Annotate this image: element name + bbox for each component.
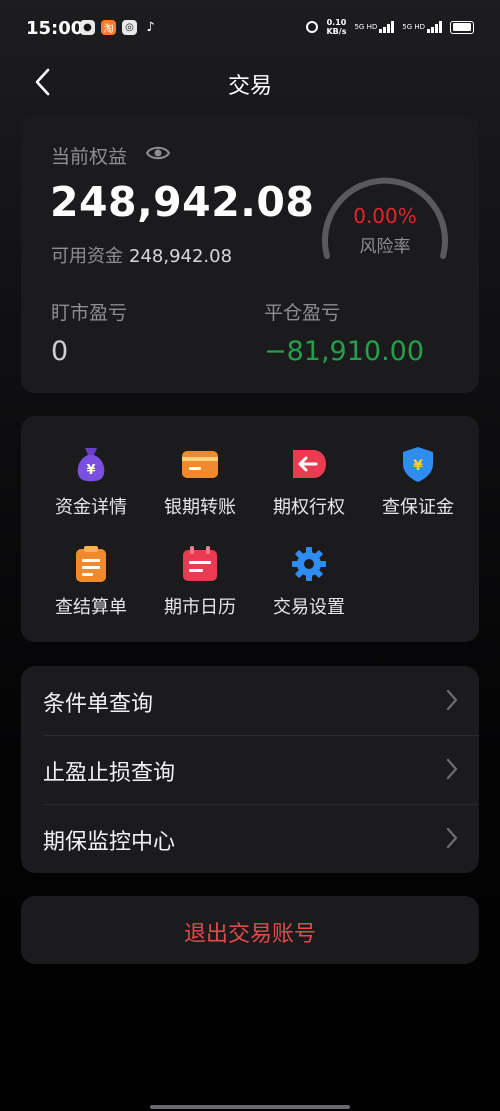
- alarm-icon: [306, 21, 319, 33]
- notification-icons: ● 淘 ◎ ♪: [80, 20, 158, 35]
- signal-icon: [427, 21, 442, 33]
- check-settlement-button[interactable]: 查结算单: [41, 544, 141, 619]
- closing-pl-label: 平仓盈亏: [264, 302, 341, 324]
- sim1-signal: 5G HD: [354, 21, 395, 33]
- status-time: 15:00: [26, 18, 84, 39]
- eye-toggle-button[interactable]: [145, 143, 171, 167]
- available-funds: 可用资金 248,942.08: [51, 242, 232, 268]
- margin-monitoring-center[interactable]: 期保监控中心: [21, 804, 479, 873]
- fund-details-label: 资金详情: [55, 497, 127, 518]
- closing-pl-value: −81,910.00: [264, 336, 425, 367]
- svg-text:¥: ¥: [86, 463, 95, 478]
- page-title: 交易: [227, 74, 272, 99]
- signal-icon: [379, 21, 395, 33]
- futures-calendar-label: 期市日历: [164, 597, 236, 618]
- menu-item-label: 期保监控中心: [43, 830, 176, 855]
- function-grid: ¥ 资金详情 银期转账 期权行权 ¥ 查保证金 查结算单 期市日历 交易设置: [21, 416, 479, 642]
- chevron-right-icon: [446, 827, 458, 849]
- trade-settings-button[interactable]: 交易设置: [259, 544, 359, 619]
- take-profit-stop-loss-query[interactable]: 止盈止损查询: [21, 735, 479, 804]
- fund-details-button[interactable]: ¥ 资金详情: [41, 444, 141, 519]
- message-icon: ●: [80, 20, 95, 35]
- query-menu: 条件单查询 止盈止损查询 期保监控中心: [21, 666, 479, 873]
- bank-futures-transfer-button[interactable]: 银期转账: [150, 444, 250, 519]
- option-exercise-label: 期权行权: [273, 497, 345, 518]
- logout-button[interactable]: 退出交易账号: [21, 896, 479, 964]
- equity-value: 248,942.08: [50, 178, 315, 226]
- money-bag-icon: ¥: [77, 448, 105, 482]
- menu-item-label: 条件单查询: [43, 692, 154, 717]
- floating-pl-label: 盯市盈亏: [51, 302, 128, 324]
- sim2-signal: 5G HD: [402, 21, 442, 33]
- bank-futures-transfer-label: 银期转账: [164, 497, 236, 518]
- conditional-order-query[interactable]: 条件单查询: [21, 666, 479, 735]
- card-icon: [182, 451, 218, 478]
- check-margin-button[interactable]: ¥ 查保证金: [368, 444, 468, 519]
- net-speed: 0.10 KB/s: [326, 18, 347, 36]
- exercise-arrow-icon: [293, 450, 326, 478]
- risk-rate-label: 风险率: [359, 237, 411, 257]
- risk-rate-value: 0.00%: [353, 204, 417, 228]
- check-settlement-label: 查结算单: [55, 597, 127, 618]
- gear-icon: [292, 547, 326, 581]
- clipboard-icon: [76, 546, 106, 582]
- trade-settings-label: 交易设置: [273, 597, 345, 618]
- calendar-icon: [183, 546, 217, 581]
- menu-item-label: 止盈止损查询: [43, 761, 176, 786]
- camera-app-icon: ◎: [122, 20, 137, 35]
- equity-card: 当前权益 248,942.08 可用资金 248,942.08 0.00% 风险率…: [21, 116, 479, 393]
- taobao-icon: 淘: [101, 20, 116, 35]
- svg-text:¥: ¥: [413, 458, 423, 474]
- floating-pl-value: 0: [51, 336, 69, 367]
- available-funds-label: 可用资金: [51, 246, 123, 267]
- available-funds-value: 248,942.08: [129, 246, 233, 267]
- futures-calendar-button[interactable]: 期市日历: [150, 544, 250, 619]
- chevron-right-icon: [446, 758, 458, 780]
- logout-label: 退出交易账号: [183, 922, 316, 947]
- equity-label: 当前权益: [51, 146, 128, 168]
- option-exercise-button[interactable]: 期权行权: [259, 444, 359, 519]
- status-bar: 15:00 ● 淘 ◎ ♪ 0.10 KB/s 5G HD 5G HD: [0, 0, 500, 58]
- shield-yen-icon: ¥: [403, 447, 433, 482]
- eye-icon: [145, 146, 171, 160]
- status-right: 0.10 KB/s 5G HD 5G HD: [306, 18, 474, 36]
- home-indicator[interactable]: [150, 1105, 350, 1109]
- tiktok-icon: ♪: [146, 20, 155, 35]
- battery-icon: [450, 20, 474, 34]
- chevron-right-icon: [446, 689, 458, 711]
- nav-bar: 交易: [0, 58, 500, 106]
- check-margin-label: 查保证金: [382, 497, 454, 518]
